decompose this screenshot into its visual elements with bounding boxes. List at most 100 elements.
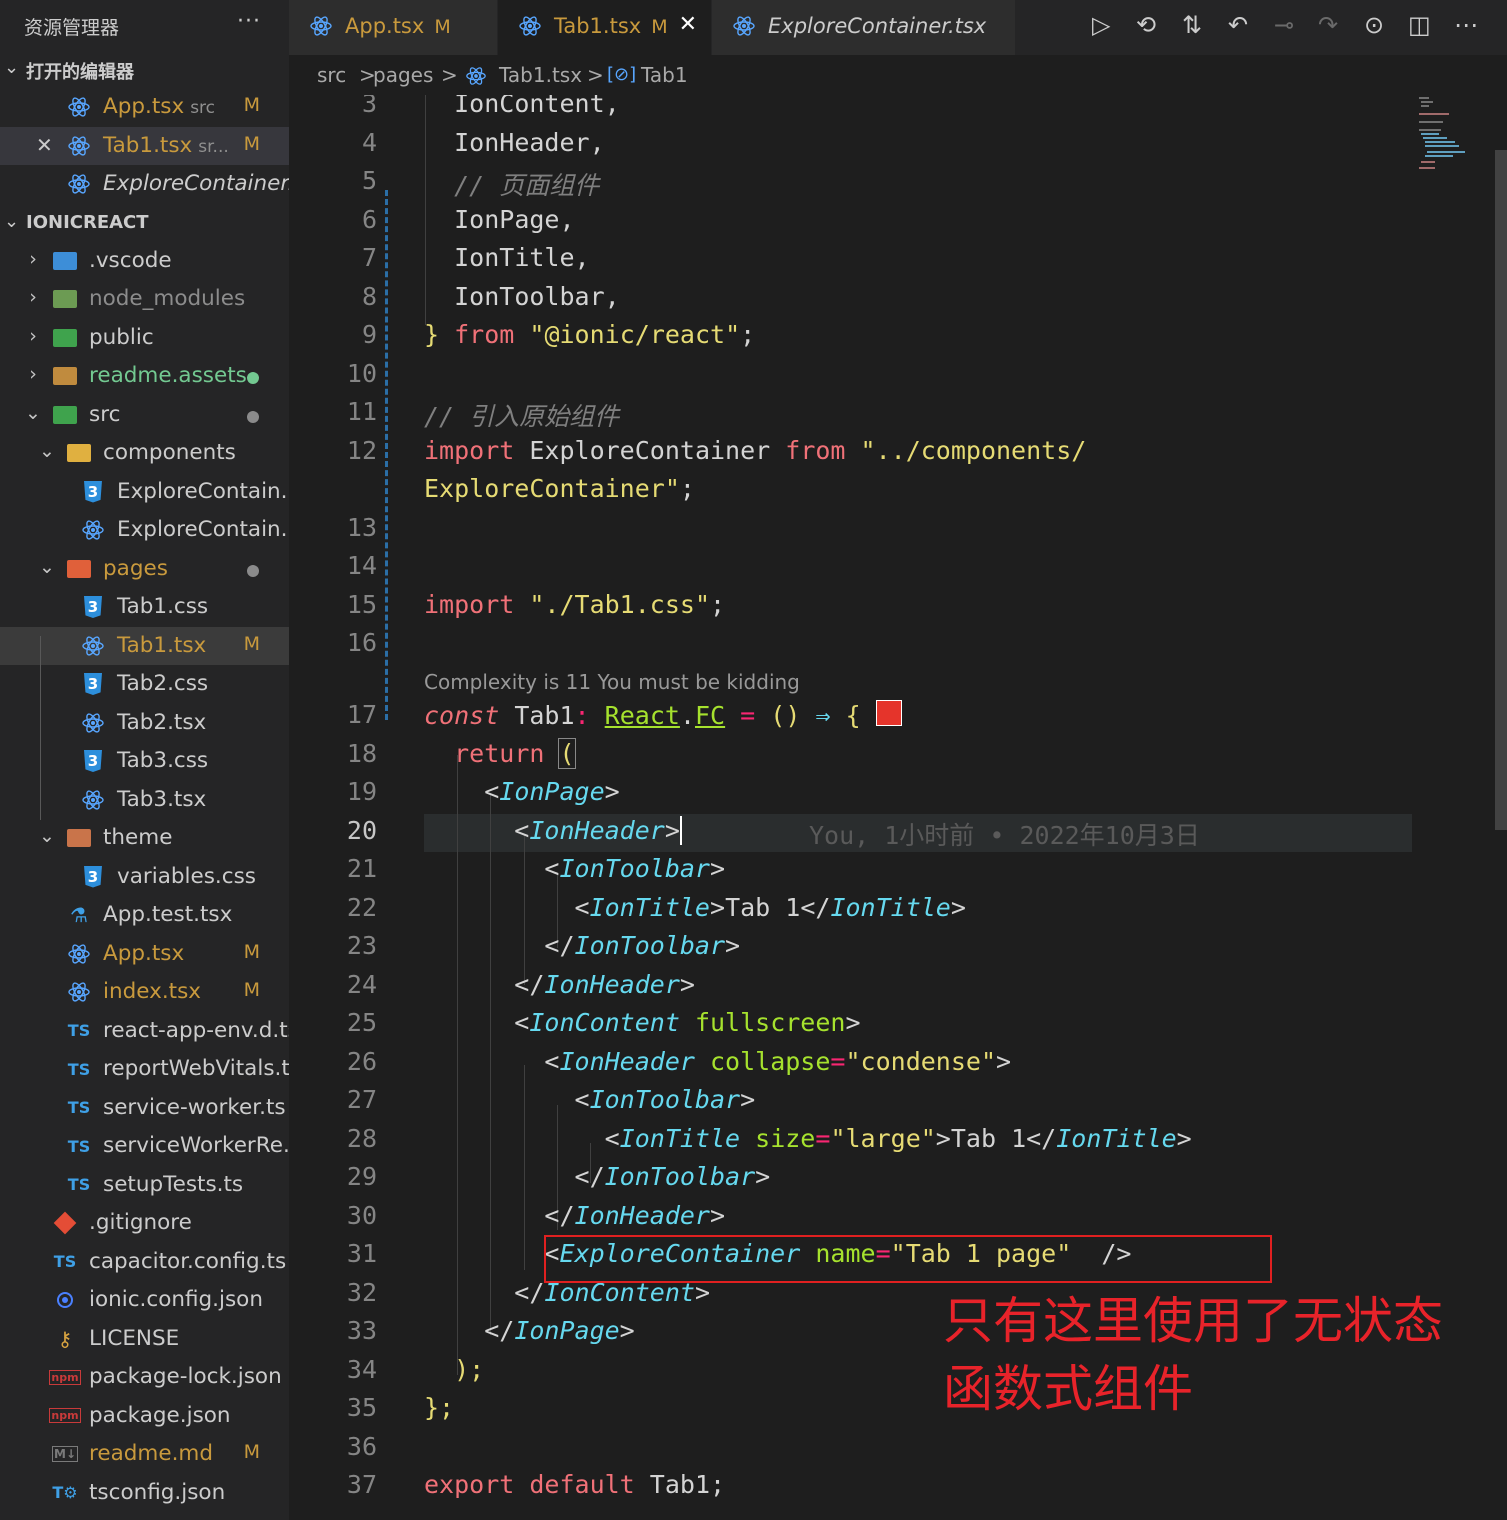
- breadcrumb-src[interactable]: src: [317, 63, 346, 87]
- split-editor-icon[interactable]: ◫: [1408, 11, 1431, 39]
- file-tree-item[interactable]: M↓ readme.md M: [0, 1435, 289, 1474]
- file-tree-item[interactable]: ExploreContain...: [0, 511, 289, 550]
- tab-explorecontainer-tsx[interactable]: ExploreContainer.tsx: [712, 0, 1016, 55]
- tab-tab1-tsx[interactable]: Tab1.tsx M ✕: [498, 0, 712, 55]
- git-graph-icon[interactable]: ⊙: [1364, 11, 1384, 39]
- close-icon[interactable]: ✕: [679, 12, 697, 37]
- line-number: 3: [361, 95, 377, 118]
- file-tree-item[interactable]: ⚗ App.test.tsx: [0, 896, 289, 935]
- codelens-complexity[interactable]: Complexity is 11 You must be kidding: [424, 670, 800, 694]
- status-dot: [247, 372, 259, 384]
- explorer-header: 资源管理器 ···: [0, 0, 289, 50]
- file-tree-item[interactable]: TS capacitor.config.ts: [0, 1243, 289, 1282]
- file-tree-item[interactable]: ⚷ LICENSE: [0, 1320, 289, 1359]
- file-tree-item[interactable]: TS serviceWorkerRe...: [0, 1127, 289, 1166]
- file-tree: › .vscode › node_modules › public › readme.asse…: [0, 242, 289, 1513]
- typescript-file-icon: TS: [67, 1136, 91, 1156]
- open-editors-label: 打开的编辑器: [26, 62, 134, 83]
- file-tree-item[interactable]: Tab1.tsx M: [0, 626, 289, 665]
- file-tree-item[interactable]: 3 Tab2.css: [0, 665, 289, 704]
- project-header[interactable]: ⌄ IONICREACT: [0, 204, 289, 242]
- file-tree-item[interactable]: TS service-worker.ts: [0, 1089, 289, 1128]
- chevron-down-icon: ⌄: [39, 555, 55, 578]
- file-name: Tab3.css: [117, 748, 209, 773]
- file-tree-item[interactable]: Tab3.tsx: [0, 781, 289, 820]
- run-icon[interactable]: ▷: [1092, 11, 1110, 39]
- file-tree-item[interactable]: index.tsx M: [0, 973, 289, 1012]
- previous-change-icon[interactable]: ↶: [1228, 11, 1248, 39]
- node-folder-icon: [52, 286, 78, 312]
- line-number: 31: [346, 1239, 377, 1268]
- react-file-icon: [80, 633, 106, 659]
- file-tree-item[interactable]: TS reportWebVitals.ts: [0, 1050, 289, 1089]
- line-number: 20: [346, 816, 377, 845]
- file-tree-item[interactable]: ⌄ pages: [0, 550, 289, 589]
- file-name: setupTests.ts: [103, 1171, 244, 1197]
- file-name: Tab1.tsx: [117, 632, 207, 658]
- line-number: 33: [346, 1316, 377, 1345]
- minimap[interactable]: [1413, 95, 1483, 185]
- chevron-right-icon: ›: [29, 247, 37, 270]
- file-tree-item[interactable]: › public: [0, 319, 289, 358]
- breadcrumb-pages[interactable]: pages: [373, 63, 433, 87]
- more-actions-icon[interactable]: ···: [237, 9, 261, 34]
- file-tree-item[interactable]: 3 Tab1.css: [0, 588, 289, 627]
- file-tree-item[interactable]: ⌄ src: [0, 396, 289, 435]
- code-line: <IonTitle>Tab 1</IonTitle>: [424, 893, 966, 922]
- tab-app-tsx[interactable]: App.tsx M: [289, 0, 498, 55]
- breadcrumb-symbol[interactable]: Tab1: [641, 63, 688, 87]
- file-tree-item[interactable]: › node_modules: [0, 280, 289, 319]
- react-file-icon: [80, 710, 106, 736]
- chevron-down-icon: ⌄: [25, 401, 41, 424]
- breadcrumb-separator: >: [587, 63, 604, 87]
- file-tree-item[interactable]: ionic.config.json: [0, 1281, 289, 1320]
- modified-badge: M: [243, 94, 260, 116]
- file-tree-item[interactable]: TS react-app-env.d.ts: [0, 1012, 289, 1051]
- open-editor-item[interactable]: App.tsx src M: [0, 88, 289, 127]
- file-name: Tab1.tsx: [103, 132, 193, 158]
- file-tree-item[interactable]: .gitignore: [0, 1204, 289, 1243]
- file-tree-item[interactable]: Tab2.tsx: [0, 704, 289, 743]
- file-name: components: [103, 440, 236, 465]
- react-file-icon: [66, 941, 92, 967]
- timeline-icon[interactable]: ⊸: [1274, 11, 1294, 39]
- open-editor-item-active[interactable]: ✕ Tab1.tsx sr... M: [0, 126, 289, 165]
- color-swatch[interactable]: [875, 700, 902, 726]
- file-tree-item[interactable]: TS setupTests.ts: [0, 1166, 289, 1205]
- file-tree-item[interactable]: App.tsx M: [0, 935, 289, 974]
- line-number: 21: [346, 854, 377, 883]
- file-tree-item[interactable]: 3 variables.css: [0, 858, 289, 897]
- code-editor[interactable]: 3 4 5 6 7 8 9 10 11 12 13 14 15 16 17 18 19 20 21 22 23 24 25 2…: [289, 95, 1507, 1520]
- vertical-scrollbar[interactable]: [1495, 150, 1507, 830]
- breadcrumb-file[interactable]: Tab1.tsx: [499, 63, 582, 87]
- next-change-icon[interactable]: ↷: [1318, 11, 1338, 39]
- react-file-icon: [732, 14, 756, 38]
- code-line: );: [454, 1355, 485, 1384]
- file-name: readme.md: [89, 1441, 214, 1466]
- line-number: 22: [346, 893, 377, 922]
- file-tree-item[interactable]: T⚙ tsconfig.json: [0, 1474, 289, 1513]
- file-tree-item[interactable]: npm package.json: [0, 1397, 289, 1436]
- open-editors-header[interactable]: ⌄ 打开的编辑器: [0, 50, 289, 88]
- file-tree-item[interactable]: 3 Tab3.css: [0, 742, 289, 781]
- code-line: <IonContent fullscreen>: [424, 1008, 861, 1037]
- code-line: <IonToolbar>: [424, 854, 726, 883]
- folder-icon: [52, 363, 78, 389]
- file-tree-item[interactable]: ⌄ components: [0, 434, 289, 473]
- file-tree-item[interactable]: › .vscode: [0, 242, 289, 281]
- code-line: return (: [454, 738, 576, 769]
- history-icon[interactable]: ⟲: [1136, 11, 1156, 39]
- line-number: 37: [346, 1470, 377, 1499]
- file-tree-item[interactable]: 3 ExploreContain...: [0, 473, 289, 512]
- line-number: 35: [346, 1393, 377, 1422]
- file-tree-item[interactable]: npm package-lock.json: [0, 1358, 289, 1397]
- compare-changes-icon[interactable]: ⇅: [1182, 11, 1202, 39]
- modified-badge: M: [651, 16, 668, 38]
- open-editor-item[interactable]: ExploreContainer...: [0, 165, 289, 204]
- file-name: readme.assets: [89, 363, 247, 388]
- line-number: 23: [346, 931, 377, 960]
- more-actions-icon[interactable]: ⋯: [1454, 11, 1478, 39]
- close-icon[interactable]: ✕: [36, 133, 53, 157]
- file-tree-item[interactable]: › readme.assets: [0, 357, 289, 396]
- file-tree-item[interactable]: ⌄ theme: [0, 819, 289, 858]
